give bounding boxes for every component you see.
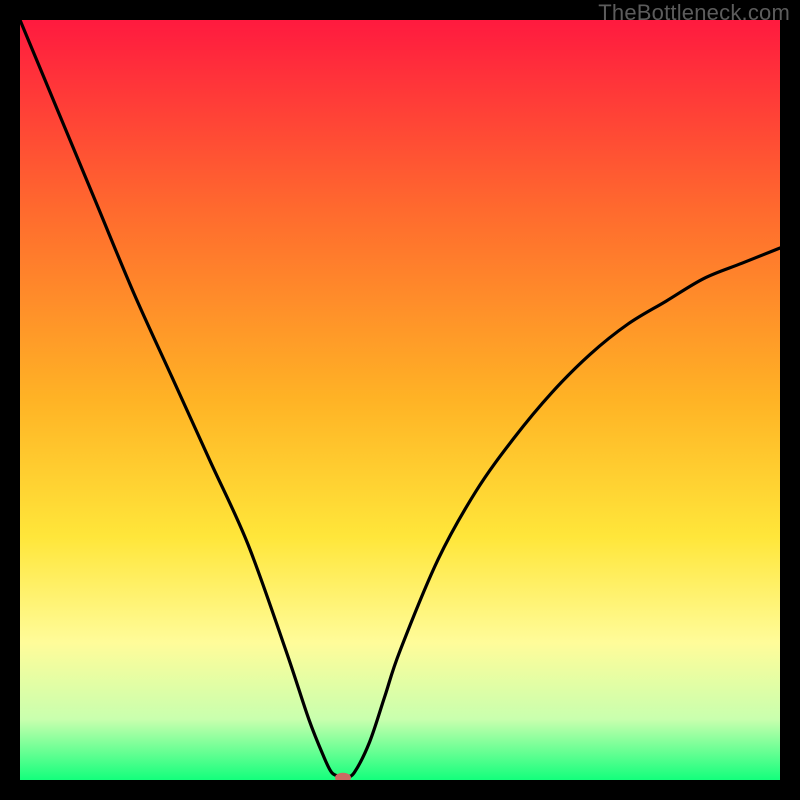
bottleneck-chart [20, 20, 780, 780]
chart-background [20, 20, 780, 780]
chart-frame: TheBottleneck.com [0, 0, 800, 800]
